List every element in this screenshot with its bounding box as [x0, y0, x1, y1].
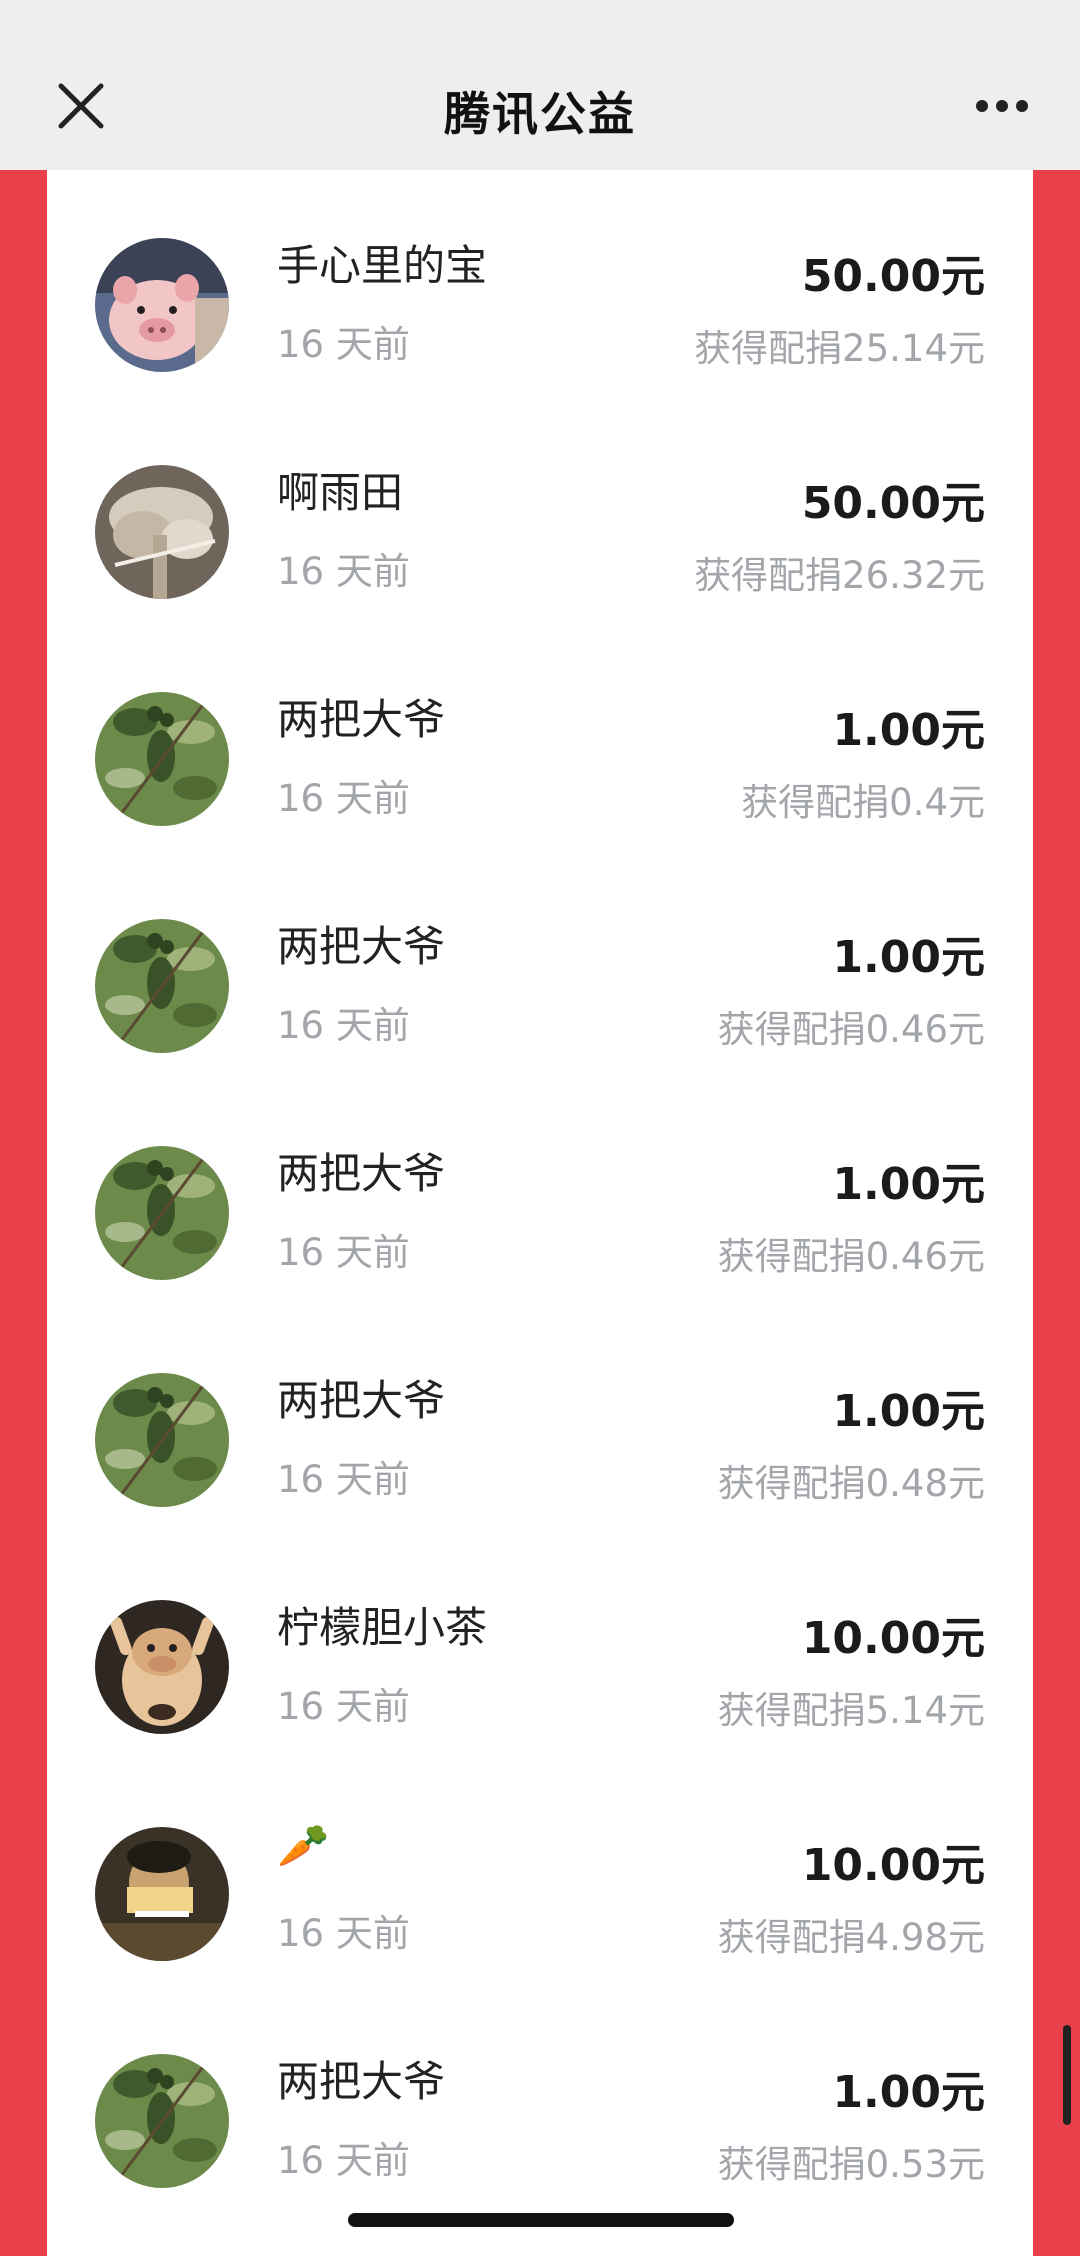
pig-avatar: [95, 238, 229, 372]
scrollbar[interactable]: [1063, 2025, 1071, 2125]
donation-row[interactable]: 两把大爷 16 天前 1.00元 获得配捐0.4元: [47, 624, 1033, 851]
donation-row[interactable]: 两把大爷 16 天前 1.00元 获得配捐0.48元: [47, 1305, 1033, 1532]
page: 腾讯公益 手心里的宝 16 天前 50.00元 获得配捐25.14元 啊雨田 1…: [0, 0, 1080, 2256]
donation-amount: 50.00元: [801, 251, 985, 302]
donation-time: 16 天前: [277, 1685, 410, 1728]
matched-donation: 获得配捐4.98元: [717, 1916, 985, 1959]
donation-amount: 50.00元: [801, 478, 985, 529]
leaves-avatar: [95, 2054, 229, 2188]
donation-time: 16 天前: [277, 1004, 410, 1047]
donor-name: 两把大爷: [277, 2057, 446, 2106]
leaves-avatar: [95, 1146, 229, 1280]
donor-name: 两把大爷: [277, 922, 446, 971]
matched-donation: 获得配捐25.14元: [694, 327, 985, 370]
donation-row[interactable]: 两把大爷 16 天前 1.00元 获得配捐0.46元: [47, 851, 1033, 1078]
leaves-avatar: [95, 692, 229, 826]
donation-amount: 1.00元: [832, 932, 985, 983]
donation-row[interactable]: 啊雨田 16 天前 50.00元 获得配捐26.32元: [47, 397, 1033, 624]
donation-row[interactable]: 两把大爷 16 天前 1.00元 获得配捐0.46元: [47, 1078, 1033, 1305]
matched-donation: 获得配捐0.4元: [741, 781, 985, 824]
donation-list: 手心里的宝 16 天前 50.00元 获得配捐25.14元 啊雨田 16 天前 …: [47, 170, 1033, 2256]
more-dots-icon[interactable]: [974, 86, 1030, 126]
leaves-avatar: [95, 1373, 229, 1507]
person-photo-avatar: [95, 1827, 229, 1961]
donation-amount: 1.00元: [832, 705, 985, 756]
donation-row[interactable]: 柠檬胆小茶 16 天前 10.00元 获得配捐5.14元: [47, 1532, 1033, 1759]
donor-name: 柠檬胆小茶: [277, 1603, 488, 1652]
home-indicator[interactable]: [348, 2213, 734, 2227]
donor-name: 啊雨田: [277, 468, 404, 517]
donation-time: 16 天前: [277, 1231, 410, 1274]
donor-name: 两把大爷: [277, 1149, 446, 1198]
donation-time: 16 天前: [277, 1912, 410, 1955]
donation-amount: 1.00元: [832, 2067, 985, 2118]
matched-donation: 获得配捐0.53元: [717, 2143, 985, 2186]
donation-row[interactable]: 🥕 16 天前 10.00元 获得配捐4.98元: [47, 1759, 1033, 1986]
matched-donation: 获得配捐26.32元: [694, 554, 985, 597]
donation-row[interactable]: 手心里的宝 16 天前 50.00元 获得配捐25.14元: [47, 170, 1033, 397]
donor-name: 手心里的宝: [277, 241, 488, 290]
donation-time: 16 天前: [277, 550, 410, 593]
donation-amount: 10.00元: [801, 1840, 985, 1891]
hippo-avatar: [95, 1600, 229, 1734]
navbar: 腾讯公益: [0, 0, 1080, 170]
matched-donation: 获得配捐5.14元: [717, 1689, 985, 1732]
donation-amount: 1.00元: [832, 1159, 985, 1210]
matched-donation: 获得配捐0.48元: [717, 1462, 985, 1505]
donation-time: 16 天前: [277, 1458, 410, 1501]
donation-time: 16 天前: [277, 323, 410, 366]
donor-name: 两把大爷: [277, 1376, 446, 1425]
donation-time: 16 天前: [277, 2139, 410, 2182]
matched-donation: 获得配捐0.46元: [717, 1008, 985, 1051]
donation-time: 16 天前: [277, 777, 410, 820]
mushroom-avatar: [95, 465, 229, 599]
donation-row[interactable]: 两把大爷 16 天前 1.00元 获得配捐0.53元: [47, 1986, 1033, 2213]
donation-amount: 10.00元: [801, 1613, 985, 1664]
donation-amount: 1.00元: [832, 1386, 985, 1437]
matched-donation: 获得配捐0.46元: [717, 1235, 985, 1278]
page-title: 腾讯公益: [444, 87, 636, 141]
donor-name: 🥕: [277, 1821, 330, 1870]
leaves-avatar: [95, 919, 229, 1053]
donor-name: 两把大爷: [277, 695, 446, 744]
